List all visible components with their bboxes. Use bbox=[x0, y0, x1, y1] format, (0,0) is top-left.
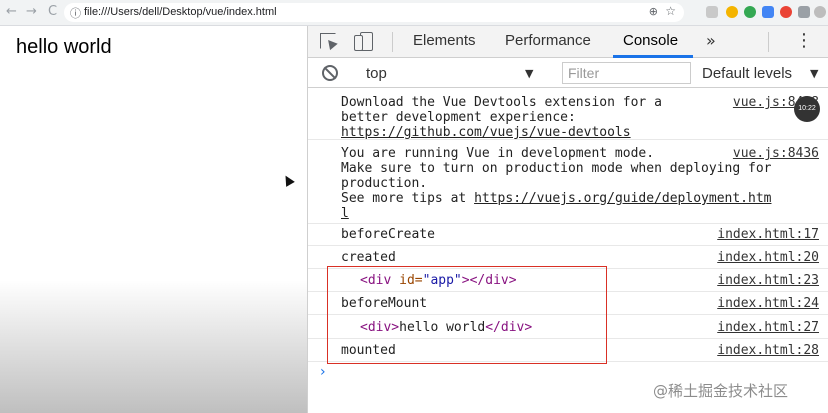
message-link[interactable]: https://vuejs.org/guide/deployment.htm bbox=[474, 191, 771, 206]
extension-icon[interactable] bbox=[762, 6, 774, 18]
message-text: better development experience: bbox=[341, 110, 576, 125]
divider bbox=[392, 32, 393, 52]
extension-icon[interactable] bbox=[744, 6, 756, 18]
message-text: You are running Vue in development mode. bbox=[341, 146, 655, 161]
info-icon[interactable]: ⓘ bbox=[70, 5, 81, 21]
extension-icon[interactable] bbox=[780, 6, 792, 18]
tab-elements[interactable]: Elements bbox=[413, 32, 476, 49]
extension-icon[interactable] bbox=[814, 6, 826, 18]
console-message: beforeCreate index.html:17 bbox=[308, 224, 828, 246]
message-text: production. bbox=[341, 176, 428, 191]
zoom-icon[interactable]: ⊕ bbox=[649, 5, 658, 18]
divider bbox=[768, 32, 769, 52]
console-message: Download the Vue Devtools extension for … bbox=[308, 88, 828, 140]
console-prompt-icon[interactable]: › bbox=[320, 364, 326, 380]
devtools-menu-icon[interactable]: ⋮ bbox=[795, 30, 813, 51]
inspect-element-icon[interactable] bbox=[320, 33, 336, 49]
watermark: @稀土掘金技术社区 bbox=[653, 382, 789, 400]
message-text: beforeCreate bbox=[341, 227, 435, 242]
forward-button[interactable]: → bbox=[26, 4, 37, 19]
message-text: See more tips at https://vuejs.org/guide… bbox=[341, 191, 771, 206]
page-hello-text: hello world bbox=[16, 36, 112, 58]
chevron-down-icon[interactable]: ▼ bbox=[525, 67, 533, 80]
browser-toolbar: ← → C ⓘ file:///Users/dell/Desktop/vue/i… bbox=[0, 0, 828, 26]
message-text: Download the Vue Devtools extension for … bbox=[341, 95, 662, 110]
chevron-down-icon[interactable]: ▼ bbox=[810, 67, 818, 80]
source-link[interactable]: index.html:24 bbox=[717, 296, 819, 311]
source-link[interactable]: index.html:17 bbox=[717, 227, 819, 242]
message-text: See more tips at bbox=[341, 191, 475, 206]
source-link[interactable]: vue.js:8436 bbox=[733, 146, 819, 161]
bookmark-star-icon[interactable]: ☆ bbox=[665, 4, 676, 18]
address-bar[interactable]: ⓘ file:///Users/dell/Desktop/vue/index.h… bbox=[64, 3, 684, 22]
extension-icon[interactable] bbox=[706, 6, 718, 18]
highlight-box bbox=[327, 266, 607, 364]
message-link[interactable]: https://github.com/vuejs/vue-devtools bbox=[341, 125, 631, 140]
source-link[interactable]: index.html:23 bbox=[717, 273, 819, 288]
extension-icon[interactable] bbox=[798, 6, 810, 18]
console-toolbar: top ▼ Filter Default levels ▼ bbox=[308, 58, 828, 88]
source-link[interactable]: index.html:27 bbox=[717, 320, 819, 335]
console-message: You are running Vue in development mode.… bbox=[308, 140, 828, 224]
device-toolbar-icon[interactable] bbox=[354, 32, 374, 51]
console-output: Download the Vue Devtools extension for … bbox=[308, 88, 828, 413]
message-text: created bbox=[341, 250, 396, 265]
log-levels-dropdown[interactable]: Default levels bbox=[702, 65, 792, 82]
tab-console[interactable]: Console bbox=[623, 32, 678, 49]
clear-console-icon[interactable] bbox=[322, 65, 338, 81]
more-tabs-icon[interactable]: » bbox=[706, 31, 716, 50]
console-filter-input[interactable]: Filter bbox=[562, 62, 691, 84]
mouse-cursor-icon bbox=[281, 173, 295, 187]
message-link[interactable]: l bbox=[341, 206, 349, 221]
source-link[interactable]: index.html:20 bbox=[717, 250, 819, 265]
back-button[interactable]: ← bbox=[6, 4, 17, 19]
tab-performance[interactable]: Performance bbox=[505, 32, 591, 49]
timestamp-badge: 10:22 bbox=[794, 96, 820, 122]
screen-shadow bbox=[0, 280, 307, 413]
extension-icon[interactable] bbox=[726, 6, 738, 18]
message-text: Make sure to turn on production mode whe… bbox=[341, 161, 772, 176]
devtools-tab-bar: Elements Performance Console » ⋮ bbox=[308, 26, 828, 58]
address-url: file:///Users/dell/Desktop/vue/index.htm… bbox=[84, 6, 277, 18]
context-selector[interactable]: top bbox=[366, 65, 387, 82]
source-link[interactable]: index.html:28 bbox=[717, 343, 819, 358]
reload-button[interactable]: C bbox=[48, 4, 57, 19]
